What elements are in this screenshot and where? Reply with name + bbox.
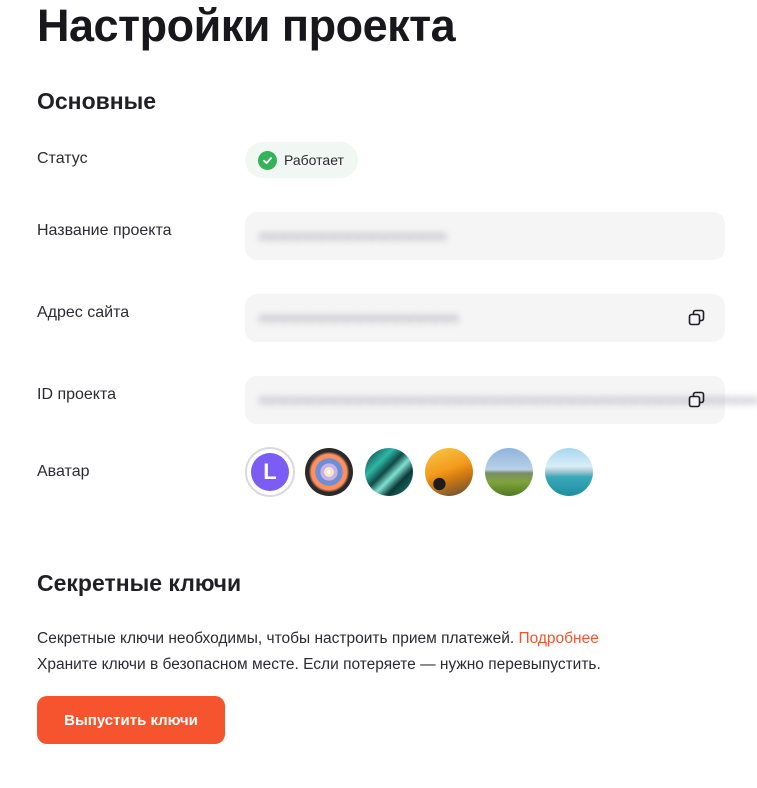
status-text: Работает bbox=[284, 152, 344, 168]
more-link[interactable]: Подробнее bbox=[518, 630, 598, 647]
project-id-label: ID проекта bbox=[37, 386, 117, 403]
site-address-value: mmmmmmmmmmmmmmmm bbox=[259, 309, 459, 327]
project-id-field[interactable]: mmmmmmmmmmmmmmmmmmmmmmmmmmmmmmmmmmmmmmmm bbox=[245, 376, 757, 424]
avatar-picker: L bbox=[245, 447, 593, 497]
avatar-option-bay-landscape[interactable] bbox=[545, 448, 593, 496]
avatar-option-dandelion[interactable] bbox=[305, 448, 353, 496]
project-id-value: mmmmmmmmmmmmmmmmmmmmmmmmmmmmmmmmmmmmmmmm bbox=[259, 391, 757, 409]
site-address-field[interactable]: mmmmmmmmmmmmmmmm bbox=[245, 294, 725, 342]
keys-description-line1: Секретные ключи необходимы, чтобы настро… bbox=[37, 630, 515, 647]
avatar-label: Аватар bbox=[37, 463, 90, 480]
page-title: Настройки проекта bbox=[37, 0, 456, 51]
keys-description-line2: Храните ключи в безопасном месте. Если п… bbox=[37, 656, 601, 673]
copy-icon[interactable] bbox=[687, 308, 707, 328]
avatar-option-letter[interactable]: L bbox=[245, 447, 295, 497]
project-name-label: Название проекта bbox=[37, 222, 172, 239]
site-address-label: Адрес сайта bbox=[37, 304, 130, 321]
avatar-option-yellow-car[interactable] bbox=[425, 448, 473, 496]
avatar-letter: L bbox=[251, 453, 289, 491]
status-badge: Работает bbox=[245, 142, 358, 178]
project-name-field[interactable]: mmmmmmmmmmmmmmm bbox=[245, 212, 725, 260]
project-name-value: mmmmmmmmmmmmmmm bbox=[259, 227, 447, 245]
section-title-keys: Секретные ключи bbox=[37, 570, 242, 596]
section-title-basic: Основные bbox=[37, 88, 157, 114]
copy-icon[interactable] bbox=[687, 390, 707, 410]
avatar-option-mont-saint-michel[interactable] bbox=[485, 448, 533, 496]
check-icon bbox=[258, 150, 277, 170]
status-label: Статус bbox=[37, 150, 88, 167]
avatar-option-abstract-wave[interactable] bbox=[365, 448, 413, 496]
keys-description: Секретные ключи необходимы, чтобы настро… bbox=[37, 626, 601, 678]
issue-keys-button[interactable]: Выпустить ключи bbox=[37, 696, 225, 744]
